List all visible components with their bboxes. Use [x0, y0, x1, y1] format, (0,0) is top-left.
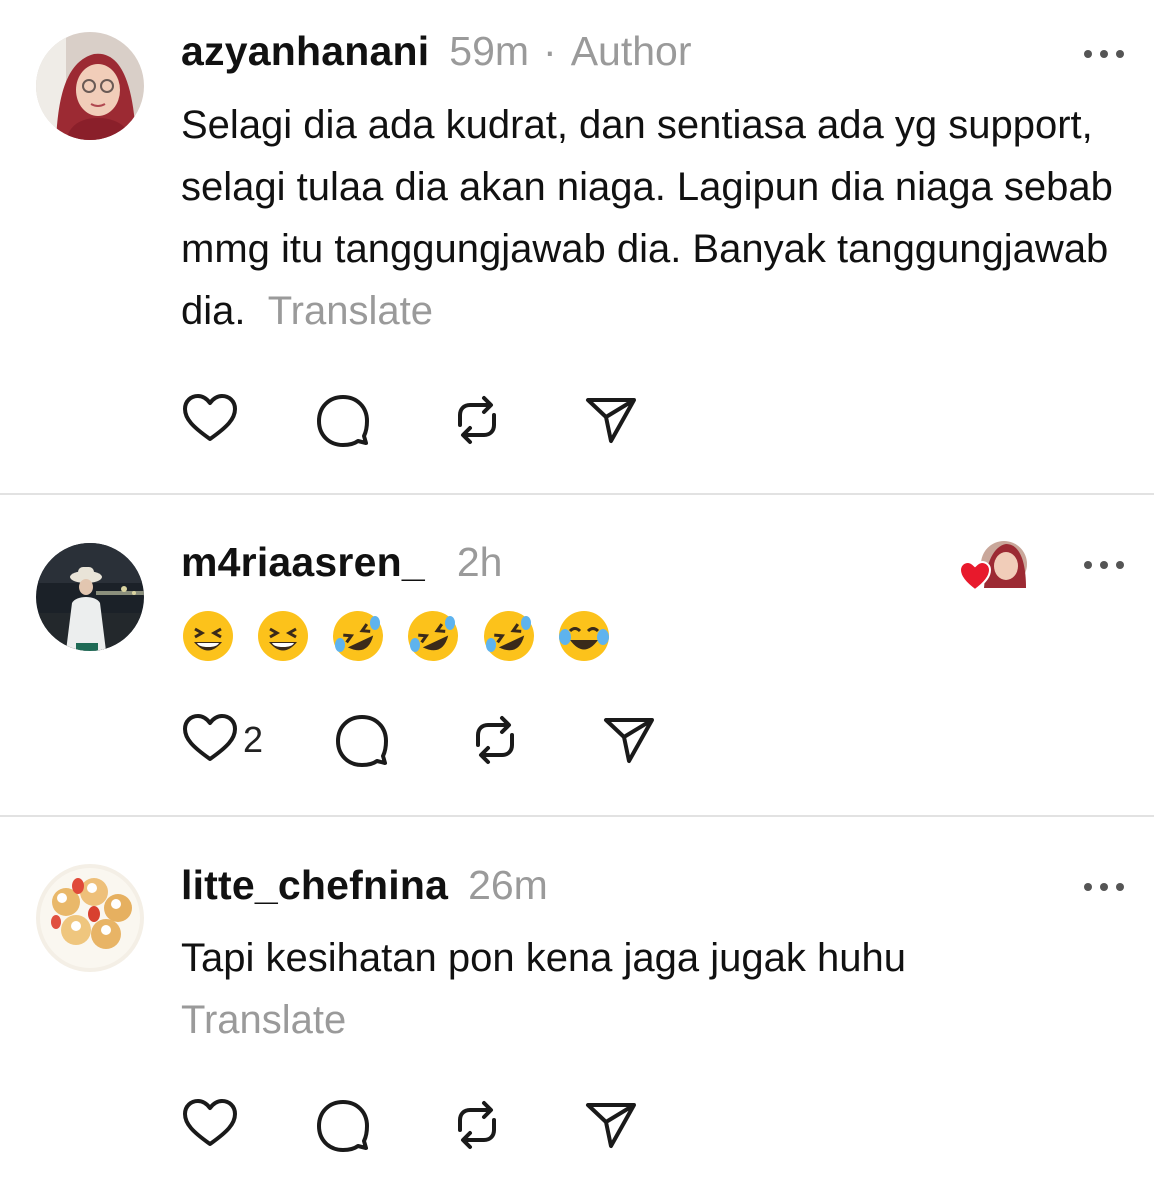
- dot-icon: [1116, 883, 1124, 891]
- timestamp: 59m: [449, 28, 530, 74]
- repost-icon: [476, 716, 515, 764]
- avatar-photo: [36, 543, 144, 651]
- comment-button[interactable]: [314, 391, 372, 449]
- more-options-button[interactable]: [1084, 555, 1124, 575]
- post-meta: 2h: [457, 539, 503, 586]
- share-button[interactable]: [582, 1096, 640, 1154]
- dot-icon: [1100, 883, 1108, 891]
- share-icon: [604, 718, 655, 763]
- heart-icon: [183, 1099, 237, 1146]
- more-options-button[interactable]: [1084, 877, 1124, 897]
- timestamp: 2h: [456, 539, 503, 585]
- emoji-grin-icon: [181, 609, 235, 663]
- post-text-block: Tapi kesihatan pon kena jaga jugak huhu …: [181, 927, 1121, 1051]
- emoji-rofl-icon: [406, 609, 460, 663]
- like-button[interactable]: [181, 1096, 239, 1154]
- author-badge: Author: [570, 28, 692, 74]
- reply-post-3: litte_chefnina 26m Tapi kesihatan pon ke…: [0, 817, 1154, 1185]
- action-bar: [181, 390, 640, 450]
- repost-icon: [458, 1101, 496, 1149]
- post-header: m4riaasren_ 2h: [181, 539, 502, 586]
- heart-icon: [183, 714, 237, 761]
- reply-post-2: m4riaasren_ 2h 2: [0, 495, 1154, 815]
- comment-icon: [317, 1100, 369, 1152]
- emoji-rofl-icon: [482, 609, 536, 663]
- like-button[interactable]: 2: [181, 711, 263, 769]
- username[interactable]: azyanhanani: [181, 28, 429, 75]
- reply-post-1: azyanhanani 59m · Author Selagi dia ada ku…: [0, 0, 1154, 494]
- like-button[interactable]: [181, 391, 239, 449]
- dot-icon: [1084, 50, 1092, 58]
- like-count: 2: [243, 719, 264, 760]
- username[interactable]: m4riaasren_: [181, 539, 425, 586]
- post-text-block: Selagi dia ada kudrat, dan sentiasa ada …: [181, 94, 1121, 342]
- post-meta: 59m · Author: [449, 28, 691, 75]
- repost-button[interactable]: [466, 711, 524, 769]
- share-button[interactable]: [582, 391, 640, 449]
- dot-icon: [1084, 561, 1092, 569]
- dot-icon: [1084, 883, 1092, 891]
- avatar-photo: [36, 32, 144, 140]
- avatar-photo: [36, 864, 144, 972]
- comment-button[interactable]: [314, 1096, 372, 1154]
- avatar[interactable]: [36, 864, 144, 972]
- share-icon: [586, 1103, 636, 1148]
- translate-link[interactable]: Translate: [181, 989, 1121, 1051]
- username[interactable]: litte_chefnina: [181, 862, 448, 909]
- emoji-grin-icon: [256, 609, 310, 663]
- dot-icon: [1116, 561, 1124, 569]
- post-text: Tapi kesihatan pon kena jaga jugak huhu: [181, 936, 906, 980]
- liked-by-author-badge: [958, 540, 1030, 596]
- dot-icon: [1116, 50, 1124, 58]
- translate-link[interactable]: Translate: [268, 289, 433, 333]
- emoji-joy-icon: [557, 609, 611, 663]
- avatar[interactable]: [36, 32, 144, 140]
- post-header: litte_chefnina 26m: [181, 862, 548, 909]
- dot-icon: [1100, 561, 1108, 569]
- more-options-button[interactable]: [1084, 44, 1124, 64]
- dot-icon: [1100, 50, 1108, 58]
- action-bar: [181, 1095, 640, 1155]
- emoji-row: [181, 603, 1121, 665]
- share-button[interactable]: [600, 711, 658, 769]
- timestamp: 26m: [468, 862, 548, 908]
- post-meta: 26m: [468, 862, 548, 909]
- meta-separator: ·: [543, 28, 557, 74]
- repost-icon: [458, 396, 496, 444]
- post-header: azyanhanani 59m · Author: [181, 28, 692, 75]
- comment-icon: [336, 715, 389, 767]
- emoji-rofl-icon: [331, 609, 385, 663]
- comment-button[interactable]: [333, 711, 391, 769]
- avatar[interactable]: [36, 543, 144, 651]
- comment-icon: [317, 395, 369, 447]
- heart-icon: [183, 394, 237, 441]
- share-icon: [586, 398, 636, 443]
- action-bar: 2: [181, 710, 658, 770]
- repost-button[interactable]: [448, 1096, 506, 1154]
- repost-button[interactable]: [448, 391, 506, 449]
